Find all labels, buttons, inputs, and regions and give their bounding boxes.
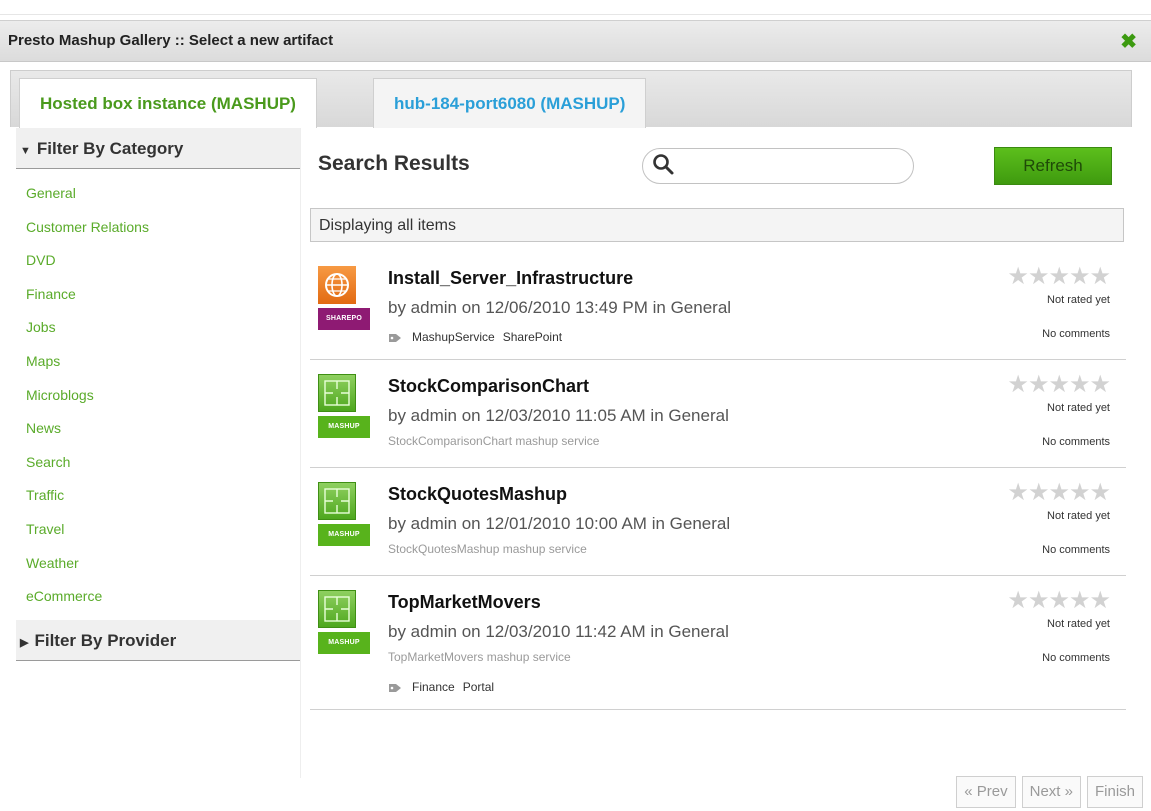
caret-right-icon: ▶	[20, 636, 29, 649]
category-item-customer-relations[interactable]: Customer Relations	[16, 211, 300, 245]
sharepoint-badge: SHAREPO	[318, 308, 370, 330]
mashup-badge: MASHUP	[318, 416, 370, 438]
rating-text: Not rated yet	[1047, 510, 1110, 522]
list-item[interactable]: MASHUP StockQuotesMashup by admin on 12/…	[310, 468, 1126, 576]
item-tags: Finance Portal	[388, 680, 502, 694]
tab-hosted-box-instance[interactable]: Hosted box instance (MASHUP)	[19, 78, 317, 128]
item-meta: by admin on 12/06/2010 13:49 PM in Gener…	[388, 298, 732, 317]
rating-stars[interactable]: ★★★★★	[1007, 370, 1111, 399]
globe-icon	[318, 266, 356, 304]
rating-stars[interactable]: ★★★★★	[1007, 478, 1111, 507]
item-description: TopMarketMovers mashup service	[388, 650, 571, 664]
comments-text: No comments	[1042, 328, 1110, 340]
tag-icon	[389, 333, 401, 342]
tag-icon	[389, 683, 401, 692]
category-item-general[interactable]: General	[16, 177, 300, 211]
search-input[interactable]	[681, 155, 905, 179]
item-title[interactable]: StockQuotesMashup	[388, 484, 567, 505]
category-item-microblogs[interactable]: Microblogs	[16, 379, 300, 413]
comments-text: No comments	[1042, 436, 1110, 448]
list-item[interactable]: MASHUP TopMarketMovers by admin on 12/03…	[310, 576, 1126, 710]
finish-button[interactable]: Finish	[1086, 776, 1143, 808]
item-description: StockQuotesMashup mashup service	[388, 542, 587, 556]
filter-by-category-label: Filter By Category	[36, 139, 184, 158]
item-title[interactable]: StockComparisonChart	[388, 376, 589, 397]
category-item-ecommerce[interactable]: eCommerce	[16, 580, 300, 614]
list-item[interactable]: MASHUP StockComparisonChart by admin on …	[310, 360, 1126, 468]
comments-text: No comments	[1042, 544, 1110, 556]
search-icon	[653, 154, 674, 175]
dialog-title: Presto Mashup Gallery :: Select a new ar…	[8, 32, 334, 49]
refresh-button[interactable]: Refresh	[994, 147, 1112, 185]
item-meta: by admin on 12/03/2010 11:42 AM in Gener…	[388, 622, 729, 641]
search-box[interactable]	[642, 148, 914, 184]
category-list: General Customer Relations DVD Finance J…	[16, 169, 300, 614]
filter-by-provider-header[interactable]: ▶ Filter By Provider	[16, 619, 300, 661]
close-icon[interactable]: ✖	[1120, 29, 1137, 54]
tab-strip: Hosted box instance (MASHUP) hub-184-por…	[10, 70, 1132, 128]
list-item[interactable]: SHAREPO Install_Server_Infrastructure by…	[310, 252, 1126, 360]
puzzle-icon	[318, 374, 356, 412]
category-item-traffic[interactable]: Traffic	[16, 479, 300, 513]
item-description: StockComparisonChart mashup service	[388, 434, 600, 448]
caret-down-icon: ▼	[20, 145, 31, 157]
item-meta: by admin on 12/01/2010 10:00 AM in Gener…	[388, 514, 731, 533]
mashup-badge: MASHUP	[318, 632, 370, 654]
comments-text: No comments	[1042, 652, 1110, 664]
top-border	[0, 0, 1151, 15]
category-item-weather[interactable]: Weather	[16, 547, 300, 581]
category-item-search[interactable]: Search	[16, 446, 300, 480]
category-item-finance[interactable]: Finance	[16, 278, 300, 312]
puzzle-icon	[318, 482, 356, 520]
rating-text: Not rated yet	[1047, 618, 1110, 630]
item-title[interactable]: Install_Server_Infrastructure	[388, 268, 633, 289]
category-item-news[interactable]: News	[16, 412, 300, 446]
category-item-maps[interactable]: Maps	[16, 345, 300, 379]
tag-label[interactable]: Finance	[412, 680, 455, 694]
puzzle-icon	[318, 590, 356, 628]
results-list: SHAREPO Install_Server_Infrastructure by…	[310, 252, 1126, 710]
next-button[interactable]: Next »	[1021, 776, 1081, 808]
results-title: Search Results	[318, 152, 470, 175]
item-tags: MashupService SharePoint	[388, 330, 570, 344]
category-item-travel[interactable]: Travel	[16, 513, 300, 547]
item-title[interactable]: TopMarketMovers	[388, 592, 541, 613]
filter-by-category-header[interactable]: ▼ Filter By Category	[16, 128, 300, 169]
tag-label[interactable]: Portal	[463, 680, 494, 694]
category-item-dvd[interactable]: DVD	[16, 244, 300, 278]
rating-text: Not rated yet	[1047, 294, 1110, 306]
displaying-status: Displaying all items	[310, 208, 1124, 242]
filter-by-provider-label: Filter By Provider	[34, 630, 177, 650]
tag-label[interactable]: MashupService	[412, 330, 495, 344]
tag-label[interactable]: SharePoint	[503, 330, 562, 344]
tab-hub-184-port6080[interactable]: hub-184-port6080 (MASHUP)	[373, 78, 647, 128]
filter-sidebar: ▼ Filter By Category General Customer Rel…	[16, 128, 301, 778]
rating-stars[interactable]: ★★★★★	[1007, 262, 1111, 291]
prev-button[interactable]: « Prev	[956, 776, 1016, 808]
item-meta: by admin on 12/03/2010 11:05 AM in Gener…	[388, 406, 729, 425]
dialog-titlebar: Presto Mashup Gallery :: Select a new ar…	[0, 20, 1151, 62]
rating-stars[interactable]: ★★★★★	[1007, 586, 1111, 615]
category-item-jobs[interactable]: Jobs	[16, 311, 300, 345]
rating-text: Not rated yet	[1047, 402, 1110, 414]
mashup-badge: MASHUP	[318, 524, 370, 546]
pager: « Prev Next » Finish	[950, 776, 1143, 808]
